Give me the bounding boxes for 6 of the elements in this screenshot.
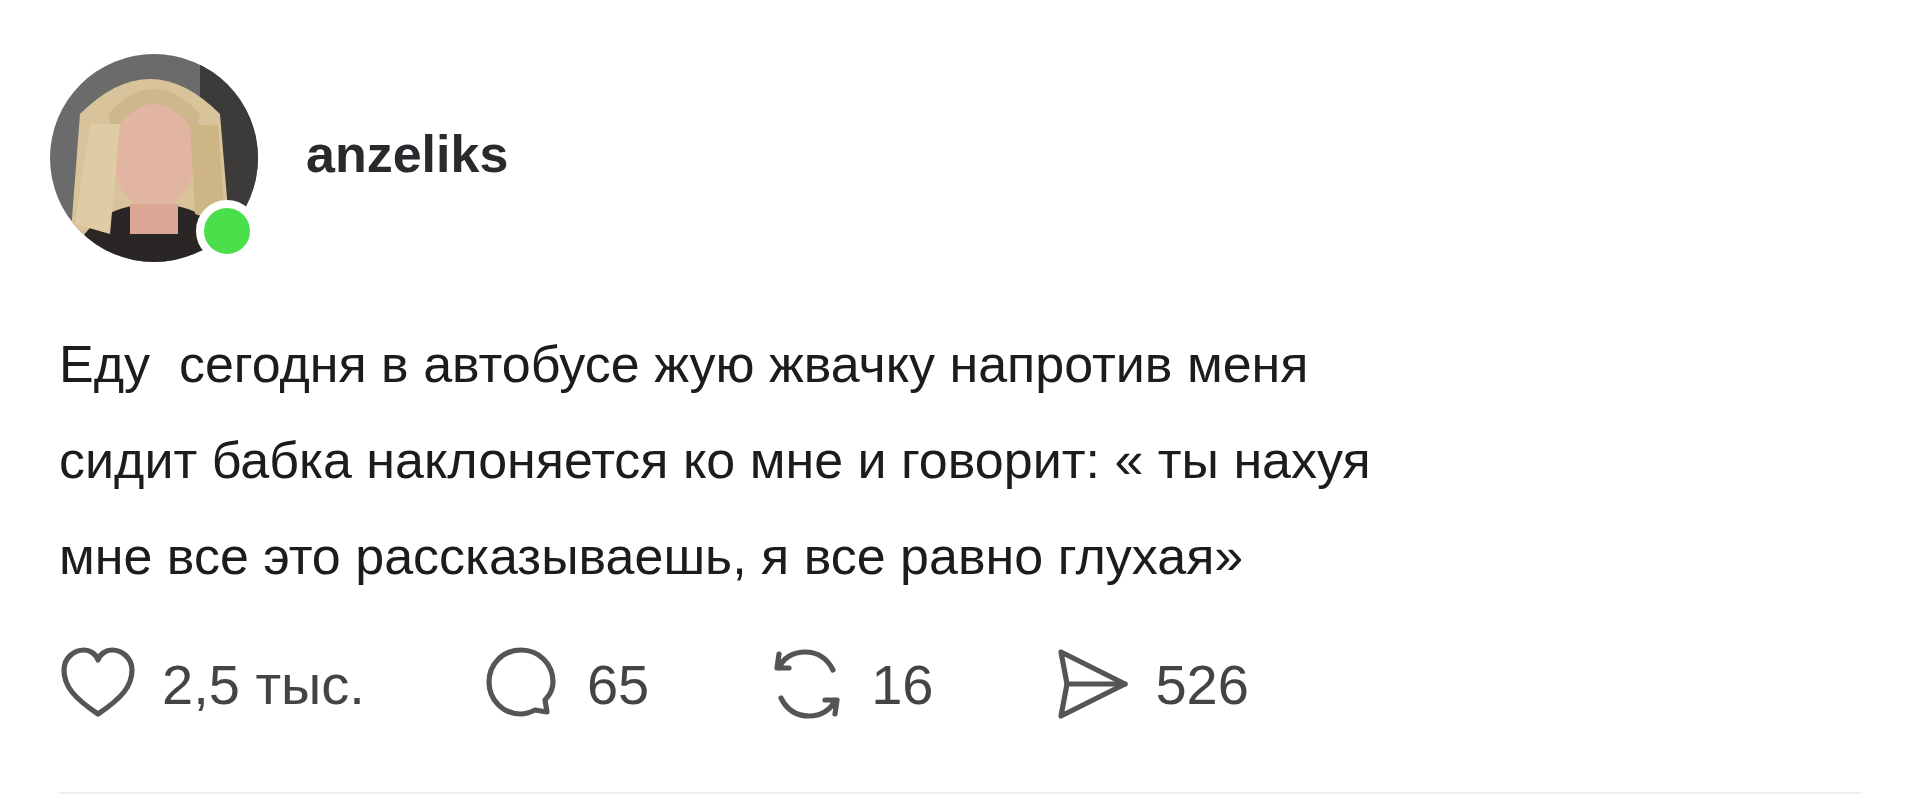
username[interactable]: anzeliks — [306, 124, 509, 192]
action-count: 2,5 тыс. — [162, 651, 365, 717]
action-count: 65 — [586, 651, 650, 717]
action-count: 16 — [871, 651, 934, 717]
post-text: Еду сегодня в автобусе жую жвачку напротив меня сидит бабка наклоняется ко мне и говорит: « ты нахуя мне все это рассказываешь, я все равно глухая» — [59, 334, 1372, 587]
action-count: 526 — [1155, 651, 1249, 717]
